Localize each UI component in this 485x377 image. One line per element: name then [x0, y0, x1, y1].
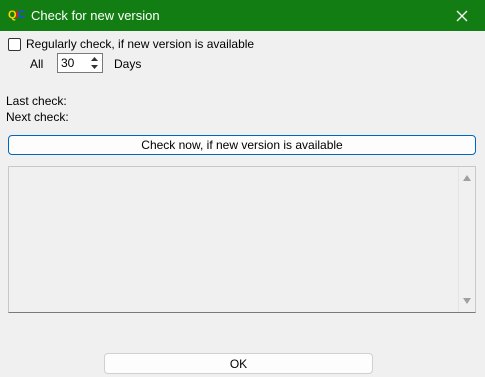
output-memo[interactable] — [8, 166, 476, 313]
scroll-up-arrow-icon — [463, 175, 471, 181]
interval-suffix-label: Days — [114, 57, 142, 71]
spin-down-button[interactable] — [88, 63, 101, 71]
scroll-down-button[interactable] — [459, 292, 475, 310]
last-check-label: Last check: — [6, 94, 67, 108]
auto-check-label: Regularly check, if new version is avail… — [26, 37, 255, 51]
interval-spinner[interactable]: 30 — [57, 53, 103, 73]
spin-up-arrow-icon — [91, 57, 98, 61]
close-icon — [456, 10, 468, 21]
spin-up-button[interactable] — [88, 55, 101, 63]
interval-prefix-label: All — [30, 57, 44, 71]
title-bar: QIC Check for new version — [0, 0, 485, 31]
spin-down-arrow-icon — [91, 65, 98, 69]
scroll-up-button[interactable] — [459, 169, 475, 187]
window-title: Check for new version — [31, 8, 160, 23]
auto-check-checkbox[interactable] — [8, 37, 21, 51]
auto-check-row[interactable]: Regularly check, if new version is avail… — [8, 37, 254, 51]
ok-button[interactable]: OK — [104, 353, 373, 374]
app-logo-icon: QIC — [8, 9, 26, 21]
next-check-label: Next check: — [6, 110, 69, 124]
interval-value[interactable]: 30 — [61, 57, 74, 70]
check-now-button[interactable]: Check now, if new version is available — [8, 135, 476, 155]
close-button[interactable] — [439, 0, 485, 31]
vertical-scrollbar[interactable] — [458, 167, 475, 312]
scroll-down-arrow-icon — [463, 298, 471, 304]
